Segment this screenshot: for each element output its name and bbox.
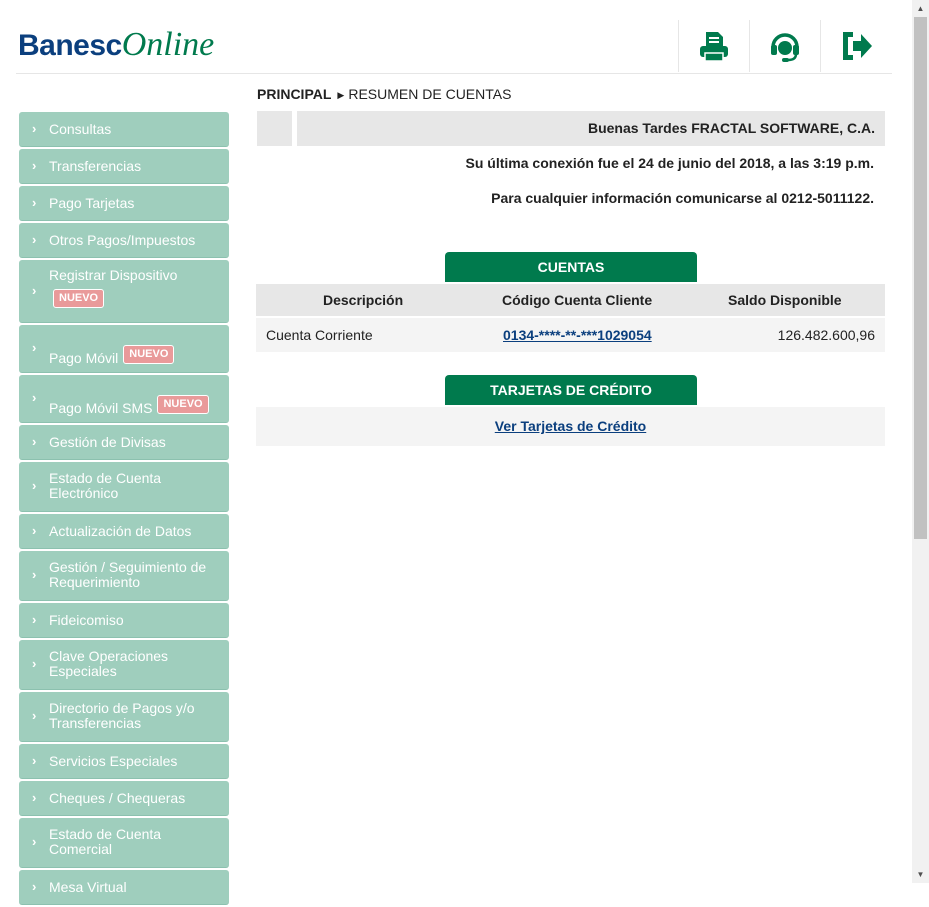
- breadcrumb-arrow-icon: ▶: [337, 90, 345, 100]
- sidebar-item-label: Pago Móvil NUEVO: [49, 345, 217, 366]
- sidebar-item-consultas[interactable]: › Consultas: [19, 112, 229, 147]
- chevron-right-icon: ›: [32, 656, 37, 671]
- contact-info-text: Para cualquier información comunicarse a…: [491, 190, 874, 206]
- sidebar-item-label: Consultas: [49, 121, 112, 137]
- chevron-right-icon: ›: [32, 195, 37, 210]
- column-header-account-code: Código Cuenta Cliente: [502, 292, 653, 308]
- sidebar-item-estado-de-cuenta-comercial[interactable]: › Estado de Cuenta Comercial: [19, 818, 229, 868]
- sidebar-item-label: Directorio de Pagos y/o Transferencias: [49, 700, 195, 731]
- scrollbar[interactable]: ▲ ▼: [912, 0, 929, 883]
- sidebar-item-mesa-virtual[interactable]: › Mesa Virtual: [19, 870, 229, 905]
- sidebar-item-servicios-especiales[interactable]: › Servicios Especiales: [19, 744, 229, 779]
- chevron-right-icon: ›: [32, 158, 37, 173]
- chevron-right-icon: ›: [32, 753, 37, 768]
- chevron-right-icon: ›: [32, 340, 37, 355]
- sidebar-item-pago-tarjetas[interactable]: › Pago Tarjetas: [19, 186, 229, 221]
- view-credit-cards-link[interactable]: Ver Tarjetas de Crédito: [495, 418, 646, 434]
- new-badge: NUEVO: [123, 345, 175, 364]
- chevron-right-icon: ›: [32, 121, 37, 136]
- sidebar-item-gestion-seguimiento-de-requerimiento[interactable]: › Gestión / Seguimiento de Requerimiento: [19, 551, 229, 601]
- print-button[interactable]: [678, 20, 749, 72]
- sidebar-menu: › Consultas › Transferencias › Pago Tarjetas ›…: [19, 112, 229, 907]
- accounts-tab: CUENTAS: [445, 252, 697, 282]
- sidebar-item-label: Mesa Virtual: [49, 879, 127, 895]
- chevron-right-icon: ›: [32, 434, 37, 449]
- header-actions: [678, 20, 891, 72]
- chevron-right-icon: ›: [32, 523, 37, 538]
- accounts-table-header: Descripción Código Cuenta Cliente Saldo …: [256, 284, 885, 316]
- sidebar-item-pago-movil[interactable]: › Pago Móvil NUEVO: [19, 325, 229, 373]
- sidebar-item-label: Actualización de Datos: [49, 523, 192, 539]
- logo-text-banesc: Banesc: [18, 29, 122, 62]
- sidebar-item-pago-movil-sms[interactable]: › Pago Móvil SMS NUEVO: [19, 375, 229, 423]
- chevron-right-icon: ›: [32, 567, 37, 582]
- banesc-online-logo[interactable]: BanescOnline: [18, 26, 215, 63]
- support-headset-icon: [771, 33, 799, 62]
- sidebar-item-label: Servicios Especiales: [49, 753, 178, 769]
- sidebar-item-gestion-de-divisas[interactable]: › Gestión de Divisas: [19, 425, 229, 460]
- sidebar-item-label: Transferencias: [49, 158, 142, 174]
- credit-cards-tab: TARJETAS DE CRÉDITO: [445, 375, 697, 405]
- print-icon: [700, 32, 728, 62]
- account-balance: 126.482.600,96: [777, 327, 875, 343]
- sidebar-item-label: Estado de Cuenta Comercial: [49, 826, 162, 857]
- scroll-up-arrow-icon[interactable]: ▲: [912, 0, 929, 17]
- breadcrumb-root[interactable]: PRINCIPAL: [257, 86, 331, 102]
- sidebar-item-label: Otros Pagos/Impuestos: [49, 232, 196, 248]
- sidebar-item-label: Gestión de Divisas: [49, 434, 166, 450]
- logout-icon: [843, 32, 872, 60]
- new-badge: NUEVO: [157, 395, 209, 414]
- sidebar-item-estado-de-cuenta-electronico[interactable]: › Estado de Cuenta Electrónico: [19, 462, 229, 512]
- sidebar-item-fideicomiso[interactable]: › Fideicomiso: [19, 603, 229, 638]
- sidebar-item-label: Pago Móvil SMS NUEVO: [49, 395, 217, 416]
- account-description: Cuenta Corriente: [266, 327, 373, 343]
- column-header-balance: Saldo Disponible: [728, 292, 842, 308]
- greeting-bar: Buenas Tardes FRACTAL SOFTWARE, C.A.: [257, 111, 885, 146]
- breadcrumb-current: RESUMEN DE CUENTAS: [348, 86, 512, 102]
- sidebar-item-transferencias[interactable]: › Transferencias: [19, 149, 229, 184]
- chevron-right-icon: ›: [32, 834, 37, 849]
- account-code-link[interactable]: 0134-****-**-***1029054: [503, 327, 652, 343]
- sidebar-item-clave-operaciones-especiales[interactable]: › Clave Operaciones Especiales: [19, 640, 229, 690]
- chevron-right-icon: ›: [32, 232, 37, 247]
- sidebar-item-label: Cheques / Chequeras: [49, 790, 186, 806]
- sidebar-item-directorio-de-pagos-y-o-transferencias[interactable]: › Directorio de Pagos y/o Transferencias: [19, 692, 229, 742]
- scroll-down-arrow-icon[interactable]: ▼: [912, 866, 929, 883]
- logo-text-online: Online: [121, 26, 215, 63]
- chevron-right-icon: ›: [32, 790, 37, 805]
- breadcrumb: PRINCIPAL ▶ RESUMEN DE CUENTAS: [257, 86, 511, 102]
- sidebar-item-label: Estado de Cuenta Electrónico: [49, 470, 162, 501]
- sidebar-item-cheques-chequeras[interactable]: › Cheques / Chequeras: [19, 781, 229, 816]
- chevron-right-icon: ›: [32, 390, 37, 405]
- greeting-text: Buenas Tardes FRACTAL SOFTWARE, C.A.: [587, 120, 875, 136]
- header-divider: [16, 73, 892, 74]
- last-connection-text: Su última conexión fue el 24 de junio de…: [465, 155, 874, 171]
- sidebar-item-label: Pago Tarjetas: [49, 195, 135, 211]
- sidebar-item-label: Registrar Dispositivo NUEVO: [49, 268, 217, 308]
- sidebar-item-otros-pagos-impuestos[interactable]: › Otros Pagos/Impuestos: [19, 223, 229, 258]
- chevron-right-icon: ›: [32, 612, 37, 627]
- sidebar-item-actualizacion-de-datos[interactable]: › Actualización de Datos: [19, 514, 229, 549]
- scrollbar-thumb[interactable]: [914, 17, 927, 539]
- greeting-separator: [292, 111, 297, 146]
- sidebar-item-label: Fideicomiso: [49, 612, 124, 628]
- column-header-description: Descripción: [323, 292, 404, 308]
- sidebar-item-label: Gestión / Seguimiento de Requerimiento: [49, 559, 207, 590]
- new-badge: NUEVO: [53, 289, 105, 308]
- table-row: Cuenta Corriente 0134-****-**-***1029054…: [256, 318, 885, 352]
- chevron-right-icon: ›: [32, 478, 37, 493]
- sidebar-item-registrar-dispositivo[interactable]: › Registrar Dispositivo NUEVO: [19, 260, 229, 323]
- logout-button[interactable]: [820, 20, 891, 72]
- chevron-right-icon: ›: [32, 879, 37, 894]
- sidebar-item-label: Clave Operaciones Especiales: [49, 648, 169, 679]
- support-button[interactable]: [749, 20, 820, 72]
- chevron-right-icon: ›: [32, 708, 37, 723]
- chevron-right-icon: ›: [32, 283, 37, 298]
- credit-cards-row: Ver Tarjetas de Crédito: [256, 407, 885, 446]
